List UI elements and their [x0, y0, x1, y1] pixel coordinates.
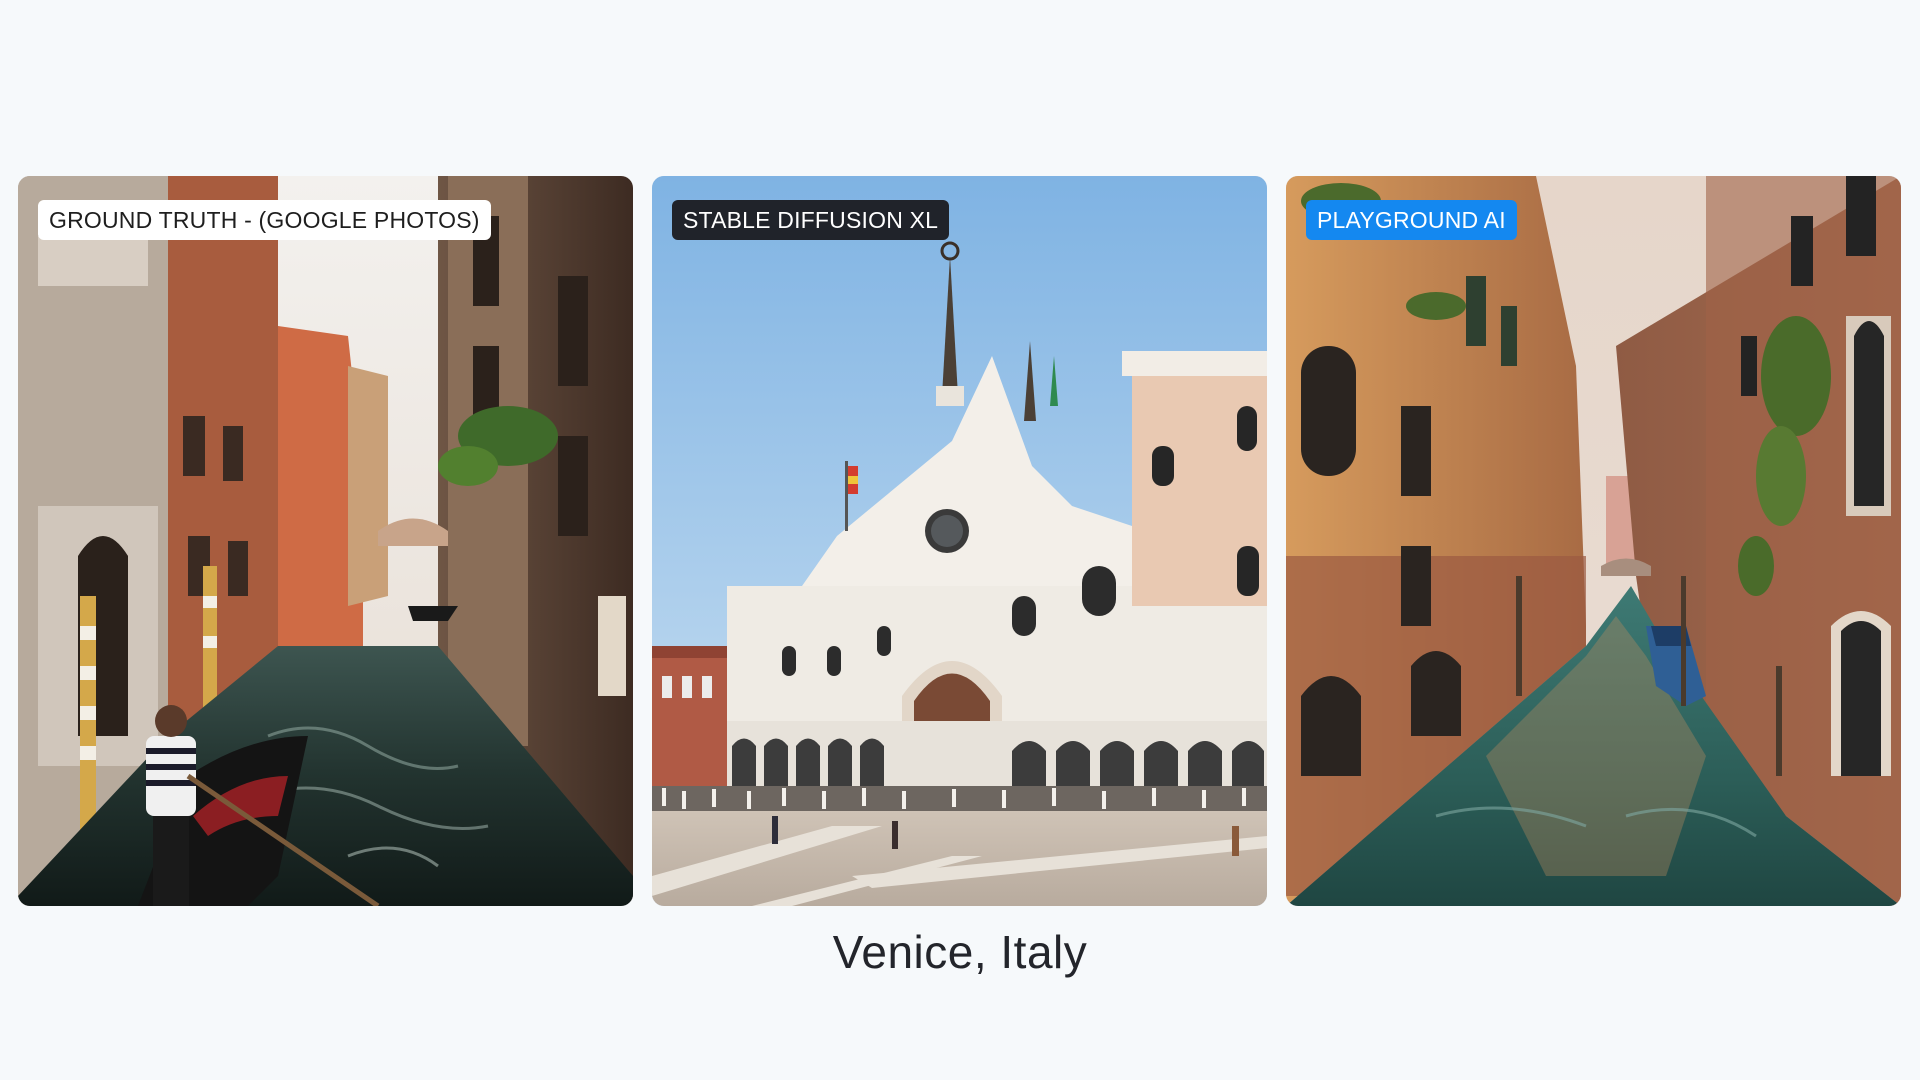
comparison-stage: GROUND TRUTH - (GOOGLE PHOTOS) STABLE DI… [0, 0, 1920, 1080]
ground-truth-label: GROUND TRUTH - (GOOGLE PHOTOS) [38, 200, 491, 240]
ground-truth-card[interactable]: GROUND TRUTH - (GOOGLE PHOTOS) [18, 176, 633, 906]
playground-ai-label: PLAYGROUND AI [1306, 200, 1517, 240]
stable-diffusion-card[interactable]: STABLE DIFFUSION XL [652, 176, 1267, 906]
location-caption: Venice, Italy [832, 926, 1088, 978]
playground-ai-card[interactable]: PLAYGROUND AI [1286, 176, 1901, 906]
playground-ai-image [1286, 176, 1901, 906]
stable-diffusion-image [652, 176, 1267, 906]
ground-truth-image [18, 176, 633, 906]
image-card-row: GROUND TRUTH - (GOOGLE PHOTOS) STABLE DI… [18, 176, 1902, 906]
stable-diffusion-label: STABLE DIFFUSION XL [672, 200, 950, 240]
